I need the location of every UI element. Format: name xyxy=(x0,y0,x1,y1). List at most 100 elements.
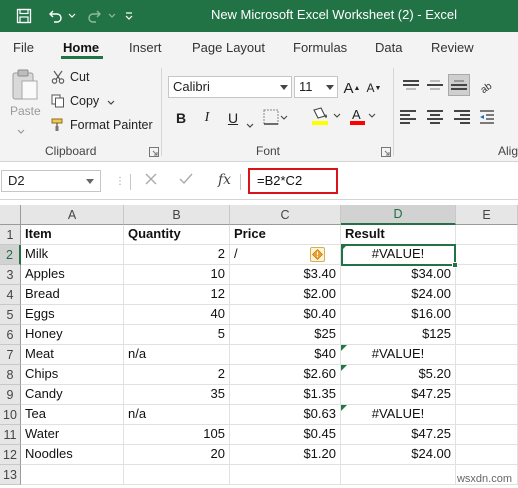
cell-e3[interactable] xyxy=(456,265,518,285)
font-launcher-icon[interactable] xyxy=(381,145,391,157)
cell-e5[interactable] xyxy=(456,305,518,325)
fill-color-button[interactable] xyxy=(310,106,344,128)
error-warning-icon[interactable] xyxy=(310,247,325,262)
row-header-12[interactable]: 12 xyxy=(0,445,21,465)
row-header-3[interactable]: 3 xyxy=(0,265,21,285)
cell-e11[interactable] xyxy=(456,425,518,445)
cell-a13[interactable] xyxy=(21,465,124,485)
formula-input[interactable]: =B2*C2 xyxy=(248,168,338,194)
column-header-a[interactable]: A xyxy=(21,205,124,225)
cell-a12[interactable]: Noodles xyxy=(21,445,124,465)
tab-home[interactable]: Home xyxy=(63,40,99,55)
cell-d6[interactable]: $125 xyxy=(341,325,456,345)
copy-dropdown-icon[interactable] xyxy=(107,94,115,108)
align-center-button[interactable] xyxy=(424,106,446,128)
cell-b1[interactable]: Quantity xyxy=(124,225,230,245)
cut-button[interactable]: Cut xyxy=(50,69,89,85)
top-align-button[interactable] xyxy=(400,74,422,96)
cell-b8[interactable]: 2 xyxy=(124,365,230,385)
cell-a3[interactable]: Apples xyxy=(21,265,124,285)
cell-e6[interactable] xyxy=(456,325,518,345)
cell-d4[interactable]: $24.00 xyxy=(341,285,456,305)
column-header-b[interactable]: B xyxy=(124,205,230,225)
cancel-icon[interactable] xyxy=(144,172,158,191)
fill-handle[interactable] xyxy=(452,262,458,268)
cell-a7[interactable]: Meat xyxy=(21,345,124,365)
drag-handle-icon[interactable]: ⋮ xyxy=(115,176,125,187)
row-header-4[interactable]: 4 xyxy=(0,285,21,305)
cell-e1[interactable] xyxy=(456,225,518,245)
cell-c10[interactable]: $0.63 xyxy=(230,405,341,425)
cell-d1[interactable]: Result xyxy=(341,225,456,245)
cell-c12[interactable]: $1.20 xyxy=(230,445,341,465)
cell-b4[interactable]: 12 xyxy=(124,285,230,305)
cell-d8[interactable]: $5.20 xyxy=(341,365,456,385)
cell-c13[interactable] xyxy=(230,465,341,485)
column-header-e[interactable]: E xyxy=(456,205,518,225)
font-size-combo[interactable]: 11 xyxy=(294,76,338,98)
cell-a8[interactable]: Chips xyxy=(21,365,124,385)
name-box[interactable]: D2 xyxy=(1,170,101,192)
cell-b5[interactable]: 40 xyxy=(124,305,230,325)
align-right-button[interactable] xyxy=(448,106,470,128)
decrease-indent-button[interactable] xyxy=(476,106,498,128)
cell-b2[interactable]: 2 xyxy=(124,245,230,265)
tab-formulas[interactable]: Formulas xyxy=(293,40,347,55)
cell-c1[interactable]: Price xyxy=(230,225,341,245)
cell-e9[interactable] xyxy=(456,385,518,405)
cell-b12[interactable]: 20 xyxy=(124,445,230,465)
cell-e10[interactable] xyxy=(456,405,518,425)
cell-c7[interactable]: $40 xyxy=(230,345,341,365)
cell-c6[interactable]: $25 xyxy=(230,325,341,345)
insert-function-button[interactable]: fx xyxy=(218,172,231,188)
row-header-6[interactable]: 6 xyxy=(0,325,21,345)
row-header-9[interactable]: 9 xyxy=(0,385,21,405)
borders-icon[interactable] xyxy=(262,108,288,128)
row-header-2[interactable]: 2 xyxy=(0,245,21,265)
tab-review[interactable]: Review xyxy=(431,40,474,55)
cell-b7[interactable]: n/a xyxy=(124,345,230,365)
column-header-d[interactable]: D xyxy=(341,205,456,225)
cell-b9[interactable]: 35 xyxy=(124,385,230,405)
italic-button[interactable]: I xyxy=(196,106,218,130)
column-header-c[interactable]: C xyxy=(230,205,341,225)
cell-d7[interactable]: #VALUE! xyxy=(341,345,456,365)
cell-e2[interactable] xyxy=(456,245,518,265)
font-color-button[interactable]: A xyxy=(348,106,378,128)
cell-b10[interactable]: n/a xyxy=(124,405,230,425)
cell-e7[interactable] xyxy=(456,345,518,365)
cell-e12[interactable] xyxy=(456,445,518,465)
cell-d9[interactable]: $47.25 xyxy=(341,385,456,405)
cell-a4[interactable]: Bread xyxy=(21,285,124,305)
paste-button[interactable]: Paste xyxy=(10,104,41,118)
bottom-align-button[interactable] xyxy=(448,74,470,96)
cell-b13[interactable] xyxy=(124,465,230,485)
cell-c5[interactable]: $0.40 xyxy=(230,305,341,325)
tab-insert[interactable]: Insert xyxy=(129,40,162,55)
cell-d5[interactable]: $16.00 xyxy=(341,305,456,325)
orientation-button[interactable]: ab xyxy=(476,74,498,96)
row-header-13[interactable]: 13 xyxy=(0,465,21,485)
grow-font-button[interactable]: A ▲ xyxy=(342,76,362,100)
align-left-button[interactable] xyxy=(400,106,422,128)
row-header-8[interactable]: 8 xyxy=(0,365,21,385)
font-name-combo[interactable]: Calibri xyxy=(168,76,292,98)
cell-c9[interactable]: $1.35 xyxy=(230,385,341,405)
cell-b3[interactable]: 10 xyxy=(124,265,230,285)
bold-button[interactable]: B xyxy=(170,106,192,130)
paste-icon[interactable] xyxy=(10,68,40,102)
tab-page-layout[interactable]: Page Layout xyxy=(192,40,265,55)
cell-a9[interactable]: Candy xyxy=(21,385,124,405)
cell-a2[interactable]: Milk xyxy=(21,245,124,265)
cell-a10[interactable]: Tea xyxy=(21,405,124,425)
row-header-7[interactable]: 7 xyxy=(0,345,21,365)
middle-align-button[interactable] xyxy=(424,74,446,96)
enter-check-icon[interactable] xyxy=(178,172,194,191)
cell-a11[interactable]: Water xyxy=(21,425,124,445)
format-painter-button[interactable]: Format Painter xyxy=(50,117,153,133)
clipboard-launcher-icon[interactable] xyxy=(149,145,159,157)
cell-e8[interactable] xyxy=(456,365,518,385)
copy-button[interactable]: Copy xyxy=(50,93,115,109)
cell-c11[interactable]: $0.45 xyxy=(230,425,341,445)
row-header-10[interactable]: 10 xyxy=(0,405,21,425)
